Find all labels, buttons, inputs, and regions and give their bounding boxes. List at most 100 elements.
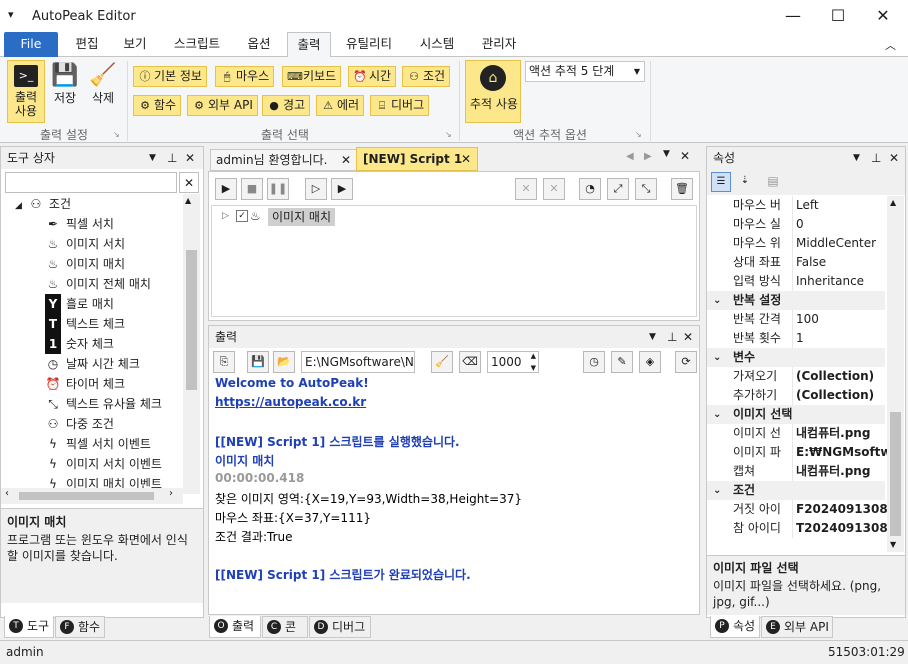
collapse-all-button[interactable]: ⤡ (635, 178, 657, 200)
output-use-button[interactable]: >_ 출력 사용 (7, 60, 45, 123)
property-value[interactable]: (Collection) (792, 386, 887, 405)
tree-item-multi-condition[interactable]: ⚇ 다중 조건 (45, 414, 114, 434)
close-icon[interactable]: ✕ (683, 326, 693, 348)
collapse-ribbon-icon[interactable]: ︿ (885, 37, 896, 53)
property-row[interactable]: 마우스 실 0 (707, 215, 885, 234)
line-limit-stepper[interactable]: 1000 ▲ ▼ (487, 351, 539, 373)
toolbox-hscrollbar[interactable]: ‹ › (1, 488, 183, 504)
output-line[interactable]: https://autopeak.co.kr (215, 395, 366, 409)
tab-list-icon[interactable]: ▼ (663, 149, 670, 159)
tab-properties[interactable]: P 속성 (710, 616, 760, 638)
brush-button[interactable]: ✎ (611, 351, 633, 373)
tree-item-pixel-search[interactable]: ✒ 픽셀 서치 (45, 214, 114, 234)
collapse-category-icon[interactable]: ⌄ (713, 405, 721, 424)
output-function-button[interactable]: ⚙ 함수 (133, 95, 182, 116)
property-value[interactable]: T2024091308262 (792, 519, 887, 538)
property-value[interactable]: E:₩NGMsoftwa (792, 443, 887, 462)
output-warning-button[interactable]: ● 경고 (262, 95, 311, 116)
collapse-category-icon[interactable]: ⌄ (713, 348, 721, 367)
run-to-button[interactable]: ▶ (331, 178, 353, 200)
menu-utility[interactable]: 유틸리티 (336, 32, 402, 57)
property-value[interactable]: Inheritance (792, 272, 887, 291)
tab-functions[interactable]: F 함수 (55, 616, 105, 638)
property-row[interactable]: 거짓 아이 F2024091308262 (707, 500, 887, 519)
delete-output-button[interactable]: 🧹 삭제 (86, 63, 120, 106)
delete-node-button[interactable]: 🗑 (671, 178, 693, 200)
tab-toolbox[interactable]: T 도구 (4, 616, 54, 638)
output-error-button[interactable]: ⚠ 에러 (316, 95, 365, 116)
property-value[interactable]: F2024091308262 (792, 500, 887, 519)
clear-search-button[interactable]: ✕ (179, 172, 199, 193)
log-path-input[interactable]: E:\NGMsoftware\NG (301, 351, 415, 373)
property-value[interactable]: 0 (792, 215, 887, 234)
dialog-launcher-icon[interactable]: ↘ (635, 130, 642, 139)
tree-item-pixel-search-event[interactable]: ϟ 픽셀 서치 이벤트 (45, 434, 151, 454)
property-row[interactable]: 반복 횟수 1 (707, 329, 885, 348)
property-row[interactable]: 입력 방식 Inheritance (707, 272, 885, 291)
categorized-icon[interactable]: ☰ (711, 172, 731, 192)
output-debug-button[interactable]: ⌸ 디버그 (370, 95, 430, 116)
track-level-select[interactable]: 액션 추적 5 단계 ▼ (525, 61, 645, 82)
alphabetical-icon[interactable]: ⇣ (735, 172, 755, 192)
property-value[interactable]: (Collection) (792, 367, 887, 386)
property-row[interactable]: 이미지 선 내컴퓨터.png (707, 424, 885, 443)
play-button[interactable]: ▶ (215, 178, 237, 200)
stepper-arrows-icon[interactable]: ▲ ▼ (531, 350, 536, 374)
close-icon[interactable]: ✕ (889, 147, 899, 169)
toolbox-search-input[interactable] (5, 172, 177, 193)
node-checkbox[interactable]: ✓ (236, 210, 248, 222)
scroll-up-icon[interactable]: ▲ (185, 196, 191, 205)
property-value[interactable]: 내컴퓨터.png (792, 462, 887, 481)
pin-icon[interactable]: ⊥ (667, 326, 677, 348)
pin-icon[interactable]: ⊥ (871, 147, 881, 169)
tree-item-flow-match[interactable]: Y 흘로 매치 (45, 294, 114, 314)
close-icon[interactable]: ✕ (185, 147, 195, 169)
tree-root-condition[interactable]: ◢ ⚇ 조건 (15, 194, 71, 214)
tree-item-image-match[interactable]: ♨ 이미지 매치 (45, 254, 125, 274)
scroll-right-icon[interactable]: › (169, 488, 173, 499)
tree-item-number-check[interactable]: 1 숫자 체크 (45, 334, 114, 354)
menu-options[interactable]: 옵션 (236, 32, 282, 57)
collapse-category-icon[interactable]: ⌄ (713, 481, 721, 500)
scroll-thumb[interactable] (19, 492, 154, 500)
track-use-button[interactable]: ⌂ 추적 사용 (465, 60, 521, 123)
property-category[interactable]: ⌄ 조건 (707, 481, 885, 500)
tab-debug[interactable]: D 디버그 (309, 616, 371, 638)
clean-button[interactable]: 🧹 (431, 351, 453, 373)
property-row[interactable]: 마우스 위 MiddleCenter (707, 234, 885, 253)
tab-new-script-1[interactable]: [NEW] Script 1 ✕ (356, 147, 478, 171)
property-row[interactable]: 마우스 버 Left (707, 196, 885, 215)
property-category[interactable]: ⌄ 변수 (707, 348, 885, 367)
property-category[interactable]: ⌄ 반복 설정 (707, 291, 885, 310)
minimize-button[interactable]: — (770, 0, 816, 32)
script-node-image-match[interactable]: 이미지 매치 (268, 208, 336, 226)
output-condition-button[interactable]: ⚇ 조건 (402, 66, 451, 87)
expand-all-button[interactable]: ⤢ (607, 178, 629, 200)
system-menu-icon[interactable]: ▾ (8, 8, 14, 21)
scroll-thumb[interactable] (186, 250, 197, 390)
open-folder-button[interactable]: 📂 (273, 351, 295, 373)
tab-external-api[interactable]: E 외부 API (761, 616, 833, 638)
property-category[interactable]: ⌄ 이미지 선택 (707, 405, 885, 424)
property-row[interactable]: 참 아이디 T2024091308262 (707, 519, 887, 538)
output-basic-info-button[interactable]: ⓘ 기본 정보 (133, 66, 207, 87)
menu-admin[interactable]: 관리자 (470, 32, 528, 57)
property-value[interactable]: 100 (792, 310, 887, 329)
menu-edit[interactable]: 편집 (64, 32, 110, 57)
panel-menu-icon[interactable]: ▼ (149, 147, 156, 169)
tree-item-timer-check[interactable]: ⏰ 타이머 체크 (45, 374, 126, 394)
properties-vscrollbar[interactable]: ▲ ▼ (887, 196, 904, 552)
timestamp-button[interactable]: ◷ (583, 351, 605, 373)
panel-menu-icon[interactable]: ▼ (649, 326, 656, 348)
output-keyboard-button[interactable]: ⌨키보드 (282, 66, 342, 87)
disable-all-button[interactable]: ✕ (543, 178, 565, 200)
refresh-button[interactable]: ⟳ (675, 351, 697, 373)
tab-output[interactable]: O 출력 (209, 616, 261, 638)
property-value[interactable]: False (792, 253, 887, 272)
save-log-button[interactable]: 💾 (247, 351, 269, 373)
close-icon[interactable]: ✕ (680, 149, 690, 163)
property-row[interactable]: 반복 간격 100 (707, 310, 885, 329)
menu-view[interactable]: 보기 (112, 32, 158, 57)
property-row[interactable]: 상대 좌표 False (707, 253, 885, 272)
new-log-button[interactable]: ⎘ (213, 351, 235, 373)
